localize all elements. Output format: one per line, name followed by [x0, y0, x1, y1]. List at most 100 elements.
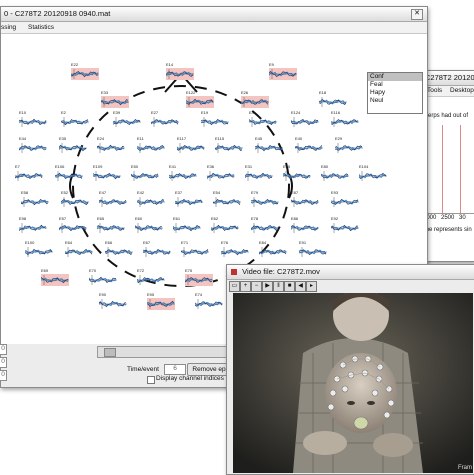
time-per-event-input[interactable]: 6 [164, 364, 186, 375]
channel-plot-e54[interactable]: E54 [213, 190, 241, 208]
channel-plot-e65[interactable]: E65 [97, 216, 125, 234]
emotion-option-neul[interactable]: Neul [368, 97, 422, 105]
channel-plot-e29[interactable]: E29 [335, 136, 363, 154]
emotion-option-conf[interactable]: Conf [368, 73, 422, 81]
channel-plot-e109[interactable]: E109 [93, 164, 121, 182]
menu-processing[interactable]: ssing [1, 24, 16, 31]
video-frame[interactable]: Fram [233, 293, 473, 473]
left-field-1[interactable]: 0 [0, 344, 7, 355]
channel-plot-e37[interactable]: E37 [175, 190, 203, 208]
channel-plot-e52[interactable]: E52 [61, 190, 89, 208]
stop-icon[interactable]: ■ [284, 281, 295, 292]
channel-plot-e7[interactable]: E7 [15, 164, 43, 182]
channel-plot-e79[interactable]: E79 [251, 190, 279, 208]
channel-plot-e58[interactable]: E58 [21, 190, 49, 208]
channel-plot-e87[interactable]: E87 [291, 190, 319, 208]
video-window[interactable]: Video file: C278T2.mov ▭ + − ▶ ‖ ■ ◀ ▸ F… [226, 264, 474, 475]
channel-plot-e71[interactable]: E71 [181, 240, 209, 258]
left-field-3[interactable]: 0 [0, 370, 7, 381]
main-window-titlebar[interactable]: 0 - C278T2 20120918 0940.mat [1, 7, 427, 22]
channel-plot-e100[interactable]: E100 [25, 240, 53, 258]
pause-icon[interactable]: ‖ [273, 281, 284, 292]
channel-plot-e80[interactable]: E80 [321, 164, 349, 182]
channel-plot-e36[interactable]: E36 [207, 164, 235, 182]
channel-plot-e78[interactable]: E78 [251, 216, 279, 234]
channel-plot-e33[interactable]: E33 [101, 90, 129, 108]
zoom-in-icon[interactable]: + [240, 281, 251, 292]
channel-plot-e45[interactable]: E45 [255, 136, 283, 154]
channel-plot-e74[interactable]: E74 [195, 292, 223, 310]
open-icon[interactable]: ▭ [229, 281, 240, 292]
channel-label: E27 [151, 110, 159, 115]
channel-plot-e72[interactable]: E72 [137, 268, 165, 286]
channel-plot-e95[interactable]: E95 [147, 292, 175, 310]
channel-plot-e70[interactable]: E70 [89, 268, 117, 286]
zoom-out-icon[interactable]: − [251, 281, 262, 292]
channel-plot-e4[interactable]: E4 [249, 110, 277, 128]
channel-plot-e116[interactable]: E116 [331, 110, 359, 128]
channel-plot-e41[interactable]: E41 [169, 164, 197, 182]
channel-plot-e26[interactable]: E26 [241, 90, 269, 108]
menu-desktop[interactable]: Desktop [450, 87, 474, 94]
play-icon[interactable]: ▶ [262, 281, 273, 292]
channel-plot-e14[interactable]: E14 [166, 62, 194, 80]
channel-plot-e10[interactable]: E10 [19, 110, 47, 128]
display-indices-checkbox[interactable] [147, 376, 155, 384]
left-field-2[interactable]: 0 [0, 357, 7, 368]
close-icon[interactable]: ✕ [411, 9, 423, 20]
channel-plot-e44[interactable]: E44 [19, 136, 47, 154]
channel-plot-e76[interactable]: E76 [221, 240, 249, 258]
channel-plot-e106[interactable]: E106 [55, 164, 83, 182]
channel-plot-e2[interactable]: E2 [61, 110, 89, 128]
horizontal-scrollbar[interactable] [97, 346, 227, 358]
menu-statistics[interactable]: Statistics [28, 24, 54, 31]
channel-plot-e9[interactable]: E9 [269, 62, 297, 80]
channel-plot-e84[interactable]: E84 [259, 240, 287, 258]
channel-plot-e66[interactable]: E66 [105, 240, 133, 258]
channel-plot-e115[interactable]: E115 [215, 136, 243, 154]
channel-plot-e122[interactable]: E122 [186, 90, 214, 108]
channel-plot-e86[interactable]: E86 [291, 216, 319, 234]
channel-plot-e93[interactable]: E93 [331, 190, 359, 208]
channel-plot-e11[interactable]: E11 [137, 136, 165, 154]
channel-plot-e117[interactable]: E117 [177, 136, 205, 154]
channel-plot-e64[interactable]: E64 [65, 240, 93, 258]
channel-plot-e22[interactable]: E22 [71, 62, 99, 80]
channel-plot-e62[interactable]: E62 [211, 216, 239, 234]
main-menubar: ssing Statistics [1, 22, 427, 34]
channel-plot-e60[interactable]: E60 [135, 216, 163, 234]
channel-plot-e42[interactable]: E42 [137, 190, 165, 208]
channel-plot-e75[interactable]: E75 [185, 268, 213, 286]
menu-tools[interactable]: Tools [427, 87, 442, 94]
channel-plot-e47[interactable]: E47 [99, 190, 127, 208]
channel-plot-e35[interactable]: E35 [59, 136, 87, 154]
rewind-icon[interactable]: ◀ [295, 281, 306, 292]
channel-plot-e69[interactable]: E69 [41, 268, 69, 286]
channel-plot-e104[interactable]: E104 [359, 164, 387, 182]
channel-plot-e27[interactable]: E27 [151, 110, 179, 128]
background-window-titlebar[interactable]: C278T2 2012091 [421, 71, 474, 86]
channel-plot-e90[interactable]: E90 [99, 292, 127, 310]
scrollbar-thumb[interactable] [104, 348, 116, 357]
channel-plot-e39[interactable]: E39 [113, 110, 141, 128]
emotion-option-hapy[interactable]: Hapy [368, 89, 422, 97]
channel-plot-e98[interactable]: E98 [19, 216, 47, 234]
channel-plot-e19[interactable]: E19 [201, 110, 229, 128]
channel-plot-e31[interactable]: E31 [245, 164, 273, 182]
forward-icon[interactable]: ▸ [306, 281, 317, 292]
background-plot-window[interactable]: C278T2 2012091 Tools Desktop 4 erps had … [420, 70, 474, 262]
channel-plot-e124[interactable]: E124 [291, 110, 319, 128]
channel-plot-e50[interactable]: E50 [131, 164, 159, 182]
channel-plot-e92[interactable]: E92 [331, 216, 359, 234]
channel-plot-e57[interactable]: E57 [59, 216, 87, 234]
emotion-option-feal[interactable]: Feal [368, 81, 422, 89]
channel-plot-e67[interactable]: E67 [143, 240, 171, 258]
channel-plot-e24[interactable]: E24 [97, 136, 125, 154]
video-window-titlebar[interactable]: Video file: C278T2.mov [227, 265, 474, 280]
channel-plot-e91[interactable]: E91 [299, 240, 327, 258]
emotion-listbox[interactable]: Conf Feal Hapy Neul [367, 72, 423, 114]
channel-plot-e61[interactable]: E61 [173, 216, 201, 234]
channel-plot-e40[interactable]: E40 [295, 136, 323, 154]
channel-plot-e55[interactable]: E55 [283, 164, 311, 182]
channel-plot-e18[interactable]: E18 [319, 90, 347, 108]
